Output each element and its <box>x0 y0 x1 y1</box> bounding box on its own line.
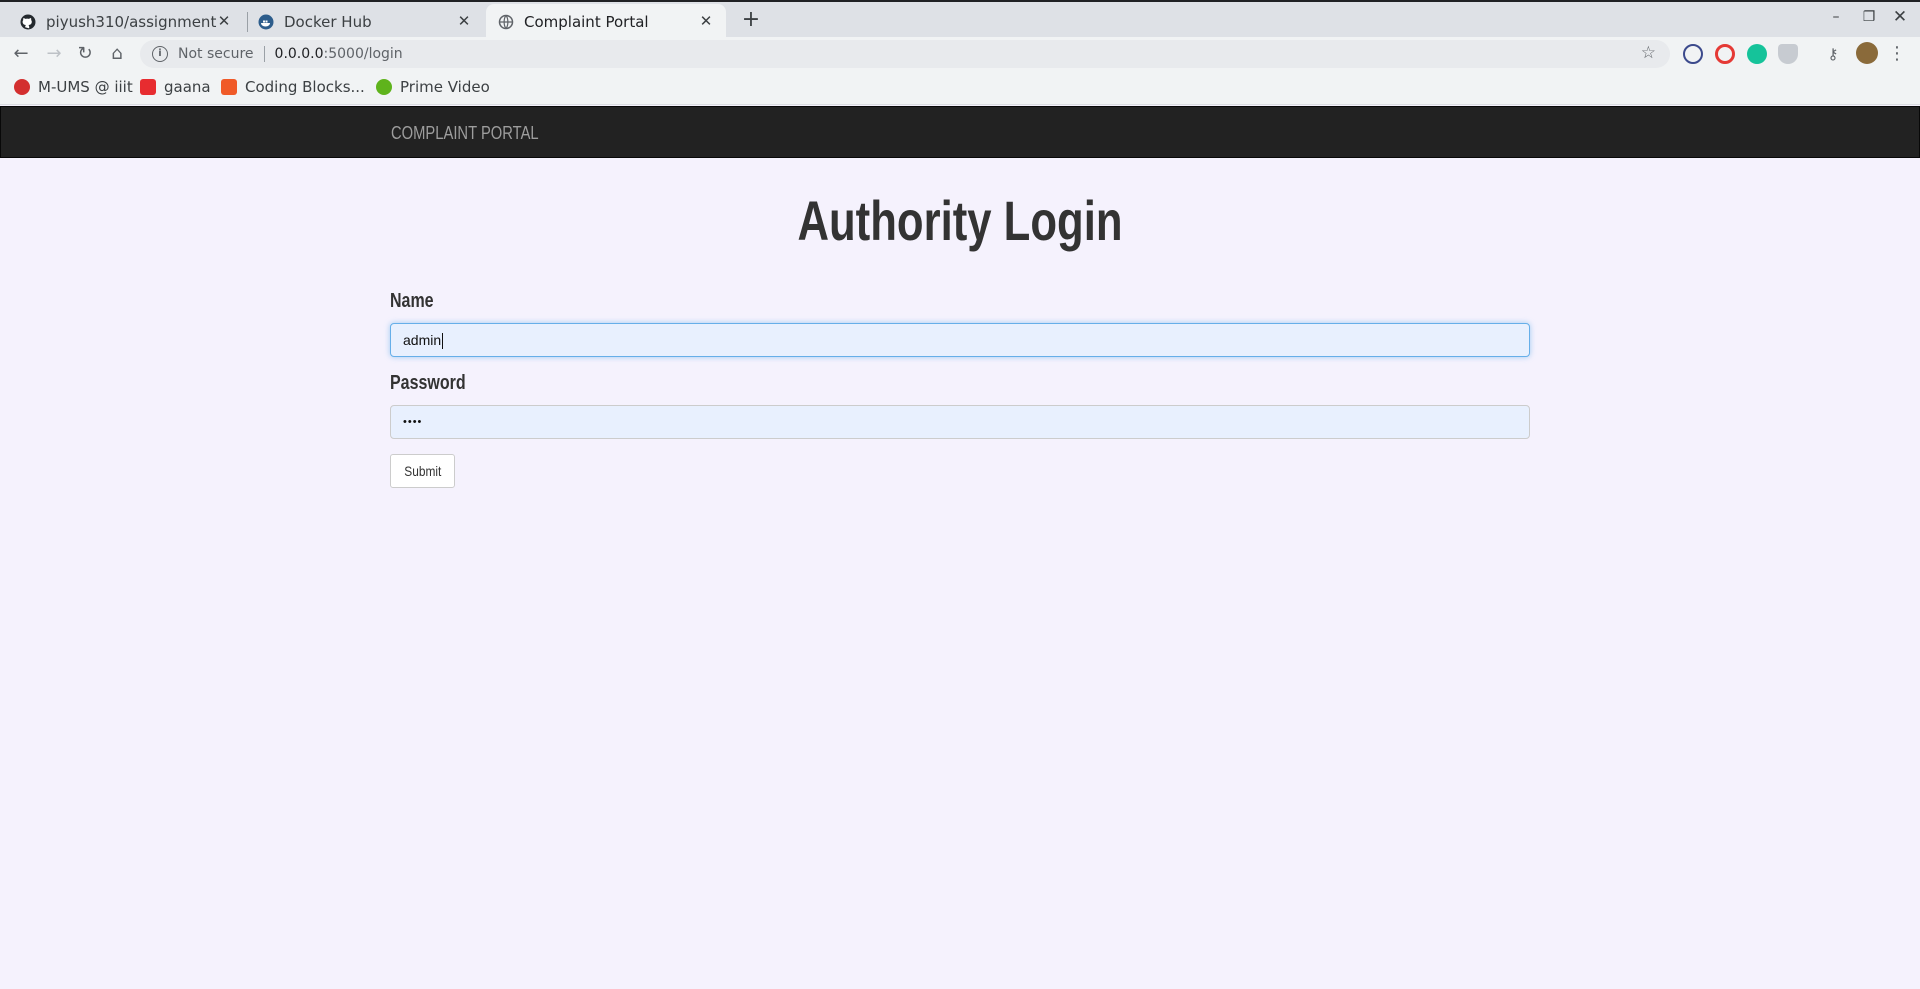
name-input[interactable]: admin <box>390 323 1530 357</box>
close-tab-icon[interactable]: ✕ <box>696 11 716 31</box>
tab-label: Complaint Portal <box>524 12 649 31</box>
submit-button[interactable]: Submit <box>390 454 455 488</box>
shield-extension-icon[interactable] <box>1778 44 1798 64</box>
bookmark-label: gaana <box>164 78 211 96</box>
url-host: 0.0.0.0 <box>274 46 324 62</box>
grammar-extension-icon[interactable] <box>1715 44 1735 64</box>
tab-label: Docker Hub <box>284 12 372 31</box>
gaana-icon <box>140 79 156 95</box>
m-ums-icon <box>14 79 30 95</box>
bookmark-prime-video[interactable]: Prime Video <box>376 78 490 96</box>
submit-label: Submit <box>403 463 442 479</box>
security-status[interactable]: Not secure <box>178 46 254 62</box>
globe-icon <box>498 14 514 29</box>
docker-icon <box>258 14 274 29</box>
minimize-icon[interactable]: – <box>1824 9 1848 25</box>
home-icon[interactable]: ⌂ <box>104 41 130 67</box>
new-tab-button[interactable]: + <box>738 8 764 34</box>
tab-label: piyush310/assignment <box>46 12 217 31</box>
tab-docker-hub[interactable]: Docker Hub ✕ <box>248 4 484 39</box>
bookmark-star-icon[interactable]: ☆ <box>1641 43 1656 63</box>
text-caret <box>442 333 444 350</box>
bookmark-label: Prime Video <box>400 78 490 96</box>
menu-icon[interactable]: ⋮ <box>1884 41 1910 67</box>
page-title: Authority Login <box>797 189 1123 252</box>
divider <box>263 46 265 62</box>
tab-github[interactable]: piyush310/assignment ✕ <box>8 4 244 39</box>
tab-complaint-portal[interactable]: Complaint Portal ✕ <box>486 4 726 39</box>
key-icon[interactable]: ⚷ <box>1820 41 1846 67</box>
name-input-value: admin <box>403 332 442 348</box>
reload-icon[interactable]: ↻ <box>72 41 98 67</box>
bookmark-gaana[interactable]: gaana <box>140 78 211 96</box>
forward-icon[interactable]: → <box>41 41 67 67</box>
bookmark-label: M-UMS @ iiit <box>38 78 133 96</box>
avatar[interactable] <box>1856 42 1878 64</box>
close-tab-icon[interactable]: ✕ <box>214 11 234 31</box>
bookmarks-bar: M-UMS @ iiit gaana Coding Blocks... Prim… <box>0 70 1920 105</box>
bookmark-m-ums[interactable]: M-UMS @ iiit <box>14 78 133 96</box>
address-bar[interactable]: i Not secure 0.0.0.0:5000/login ☆ <box>140 40 1670 68</box>
url-path: :5000/login <box>323 46 403 62</box>
password-label: Password <box>390 372 466 394</box>
github-icon <box>20 14 36 29</box>
coding-blocks-icon <box>221 79 237 95</box>
name-label: Name <box>390 290 434 312</box>
close-tab-icon[interactable]: ✕ <box>454 11 474 31</box>
password-input-value: •••• <box>403 416 423 428</box>
password-input[interactable]: •••• <box>390 405 1530 439</box>
bookmark-label: Coding Blocks... <box>245 78 365 96</box>
grammarly-icon[interactable] <box>1747 44 1767 64</box>
block-extension-icon[interactable] <box>1683 44 1703 64</box>
url-text[interactable]: 0.0.0.0:5000/login <box>275 46 403 62</box>
browser-toolbar: ← → ↻ ⌂ i Not secure 0.0.0.0:5000/login … <box>0 37 1920 70</box>
prime-video-icon <box>376 79 392 95</box>
site-brand[interactable]: COMPLAINT PORTAL <box>391 123 539 144</box>
back-icon[interactable]: ← <box>8 41 34 67</box>
window-close-icon[interactable]: ✕ <box>1888 7 1912 27</box>
bookmark-coding-blocks[interactable]: Coding Blocks... <box>221 78 365 96</box>
restore-icon[interactable]: ❐ <box>1857 9 1881 25</box>
site-navbar: COMPLAINT PORTAL <box>0 106 1920 158</box>
browser-tab-bar: piyush310/assignment ✕ Docker Hub ✕ Comp… <box>0 0 1920 39</box>
info-icon[interactable]: i <box>152 46 168 62</box>
